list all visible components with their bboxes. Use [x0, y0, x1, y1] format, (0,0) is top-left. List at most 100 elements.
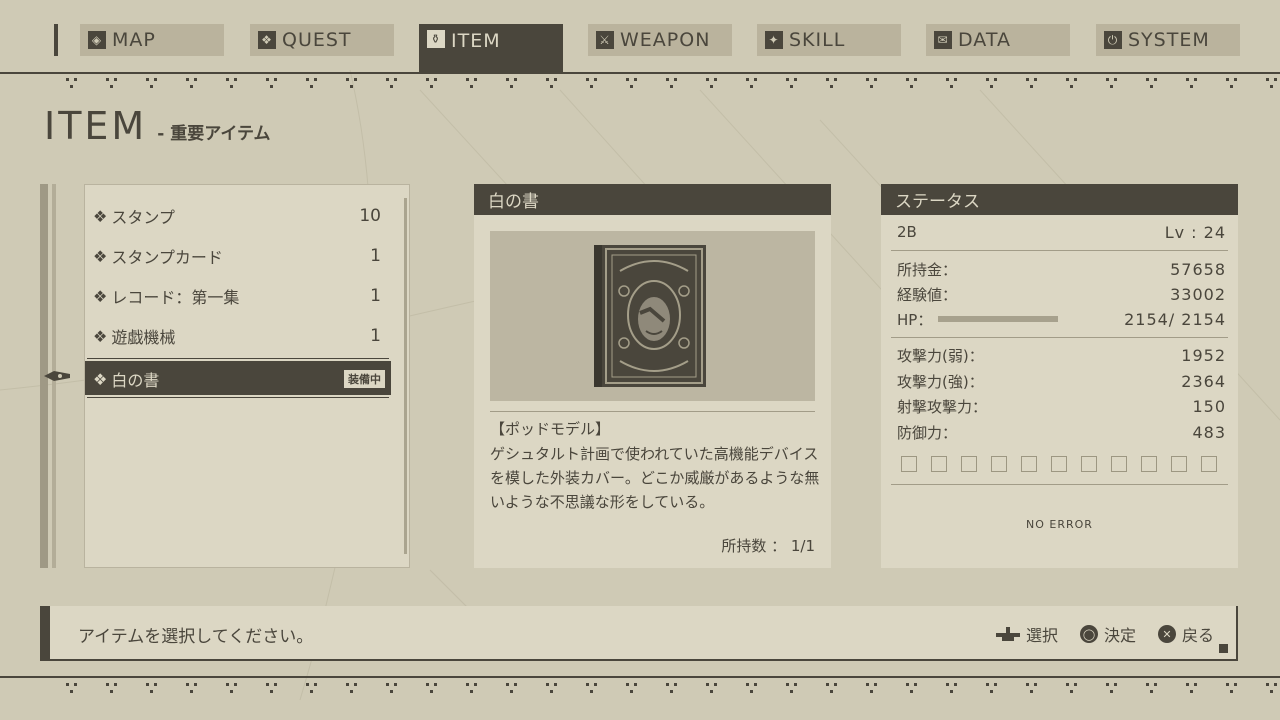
diamond-icon: ❖ [93, 246, 108, 266]
confirm-label: 決定 [1103, 626, 1136, 645]
hp-row: HP： 2154/ 2154 [897, 308, 1226, 330]
chip-slot [1171, 456, 1187, 472]
money-value: 57658 [1170, 259, 1226, 279]
tab-label: SYSTEM [1128, 29, 1210, 51]
equipped-badge: 装備中 [344, 370, 385, 388]
item-qty: 1 [370, 246, 381, 266]
tab-map[interactable]: ◈ MAP [80, 24, 224, 56]
tab-data[interactable]: ✉ DATA [926, 24, 1070, 56]
item-qty: 1 [370, 326, 381, 346]
def-label: 防御力： [897, 423, 958, 442]
hp-label: HP： [897, 310, 933, 329]
back-label: 戻る [1181, 626, 1214, 645]
circle-button-icon: ◯ [1079, 625, 1098, 643]
error-status: NO ERROR [1026, 518, 1093, 531]
def-value: 483 [1192, 422, 1226, 442]
tab-skill[interactable]: ✦ SKILL [757, 24, 901, 56]
confirm-action[interactable]: ◯ 決定 [1079, 622, 1136, 646]
chip-slot [901, 456, 917, 472]
quest-icon: ❖ [258, 31, 276, 49]
tab-label: ITEM [451, 30, 501, 52]
atk-strong-row: 攻撃力(強)： 2364 [897, 370, 1226, 392]
atk-strong-label: 攻撃力(強)： [897, 372, 984, 391]
exp-value: 33002 [1170, 284, 1226, 304]
chip-slot [1051, 456, 1067, 472]
chip-slot [1201, 456, 1217, 472]
chip-slots [901, 456, 1217, 472]
item-description: ゲシュタルト計画で使われていた高機能デバイスを模した外装カバー。どこか威厳がある… [490, 445, 820, 511]
hp-bar [938, 316, 1059, 322]
list-item-selected[interactable]: ❖ 白の書 装備中 [85, 361, 391, 395]
diamond-icon: ❖ [93, 286, 108, 306]
nav-left-cap [54, 24, 58, 56]
item-image [490, 231, 815, 401]
owned-count: 所持数 ： 1/1 [721, 537, 815, 555]
ranged-value: 150 [1192, 396, 1226, 416]
select-action[interactable]: 選択 [995, 622, 1058, 646]
data-icon: ✉ [934, 31, 952, 49]
chip-slot [1141, 456, 1157, 472]
page-title-main: ITEM [44, 104, 148, 148]
chip-slot [1081, 456, 1097, 472]
tab-label: QUEST [282, 29, 352, 51]
character-name: 2B [897, 223, 917, 241]
def-row: 防御力： 483 [897, 421, 1226, 443]
tab-label: MAP [112, 29, 156, 51]
list-item[interactable]: ❖ 遊戯機械 1 [85, 319, 391, 353]
chip-slot [961, 456, 977, 472]
tab-quest[interactable]: ❖ QUEST [250, 24, 394, 56]
select-label: 選択 [1025, 626, 1058, 645]
money-label: 所持金： [897, 260, 958, 279]
item-name: スタンプカード [111, 248, 223, 267]
detail-divider [490, 411, 815, 412]
list-item[interactable]: ❖ スタンプカード 1 [85, 239, 391, 273]
item-name: 白の書 [111, 371, 160, 390]
diamond-icon: ❖ [93, 326, 108, 346]
weapon-icon: ⚔ [596, 31, 614, 49]
status-header: ステータス [881, 184, 1238, 215]
chip-slot [1021, 456, 1037, 472]
list-item[interactable]: ❖ スタンプ 10 [85, 199, 391, 233]
ranged-label: 射撃攻撃力： [897, 397, 988, 416]
hp-value: 2154/ 2154 [1124, 309, 1226, 329]
list-item[interactable]: ❖ レコード：第一集 1 [85, 279, 391, 313]
grimoire-book-icon [594, 245, 706, 387]
nav-divider [0, 72, 1280, 74]
status-panel: ステータス 2B Lv : 24 所持金： 57658 経験値： 33002 H… [881, 184, 1238, 568]
help-message: アイテムを選択してください。 [78, 627, 314, 647]
back-action[interactable]: ✕ 戻る [1157, 622, 1214, 646]
diamond-icon: ❖ [93, 369, 108, 389]
tab-label: DATA [958, 29, 1011, 51]
item-list-panel: ❖ スタンプ 10 ❖ スタンプカード 1 ❖ レコード：第一集 1 ❖ 遊戯機… [84, 184, 410, 568]
tab-weapon[interactable]: ⚔ WEAPON [588, 24, 732, 56]
detail-header: 白の書 [474, 184, 831, 215]
ranged-row: 射撃攻撃力： 150 [897, 395, 1226, 417]
help-bar-cap [40, 606, 50, 661]
skill-icon: ✦ [765, 31, 783, 49]
bottom-divider [0, 676, 1280, 678]
page-title: ITEM - 重要アイテム [44, 104, 271, 148]
tab-item[interactable]: ⚱ ITEM [419, 24, 563, 72]
character-level: Lv : 24 [1164, 222, 1226, 242]
item-name: スタンプ [111, 208, 175, 227]
status-name-row: 2B Lv : 24 [897, 221, 1226, 243]
help-bar: アイテムを選択してください。 選択 ◯ 決定 ✕ 戻る [40, 606, 1238, 661]
item-detail-panel: 白の書 【ポッドモデル】 ゲシュタルト計画で使われていた高機能デバイスを模した外… [474, 184, 831, 568]
cross-button-icon: ✕ [1157, 625, 1176, 643]
atk-weak-label: 攻撃力(弱)： [897, 346, 984, 365]
item-qty: 1 [370, 286, 381, 306]
bottom-dot-pattern [66, 683, 1277, 693]
map-icon: ◈ [88, 31, 106, 49]
atk-strong-value: 2364 [1181, 371, 1226, 391]
list-scrollbar[interactable] [404, 198, 407, 554]
tab-system[interactable]: ⏻ SYSTEM [1096, 24, 1240, 56]
corner-marker [1219, 644, 1228, 653]
pointer-cursor-icon [44, 371, 70, 381]
dpad-icon [995, 627, 1020, 641]
status-divider [891, 337, 1228, 338]
top-navigation: ◈ MAP ❖ QUEST ⚱ ITEM ⚔ WEAPON ✦ SKILL ✉ … [42, 24, 1242, 72]
system-icon: ⏻ [1104, 31, 1122, 49]
atk-weak-row: 攻撃力(弱)： 1952 [897, 344, 1226, 366]
item-category: 【ポッドモデル】 [490, 420, 611, 438]
item-name: レコード：第一集 [111, 288, 240, 307]
